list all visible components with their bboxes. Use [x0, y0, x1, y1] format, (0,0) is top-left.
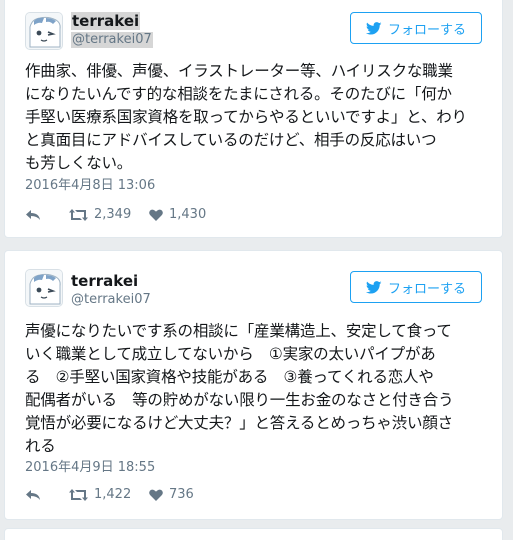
tweet-card: terrakei @terrakei07 フォローする 作曲家、俳優、声優、イラ… [4, 0, 503, 238]
display-name[interactable]: terrakei [71, 12, 141, 30]
tweet-text-line: 声優になりたいです系の相談に「産業構造上、安定して食って [25, 322, 452, 340]
like-count: 736 [169, 487, 194, 502]
tweet-card: terrakei @terrakei07 フォローする 声優になりたいです系の相… [4, 250, 503, 520]
follow-button[interactable]: フォローする [350, 271, 482, 303]
tweet-text-line: 覚悟が必要になるけど大丈夫？」と答えるとめっちゃ渋い顔さ [25, 414, 453, 432]
like-count: 1,430 [169, 207, 207, 222]
reply-button[interactable] [25, 209, 69, 221]
tweet-timestamp[interactable]: 2016年4月8日 13:06 [25, 178, 155, 194]
reply-button[interactable] [25, 489, 69, 501]
tweet-text-line: 作曲家、俳優、声優、イラストレーター等、ハイリスクな職業 [25, 62, 453, 80]
tweet-text-line: いく職業として成立してないから ①実家の太いパイプがあ [25, 345, 436, 363]
twitter-bird-icon [365, 280, 382, 294]
retweet-count: 1,422 [94, 487, 132, 502]
heart-icon [149, 209, 163, 221]
retweet-icon [69, 488, 88, 501]
tweet-text-line: と真面目にアドバイスしているのだけど、相手の反応はいつ [25, 131, 437, 149]
tweet-text-line: 配偶者がいる 等の貯めがない限り一生お金のなさと付き合う [25, 391, 454, 409]
retweet-count: 2,349 [94, 207, 132, 222]
like-button[interactable]: 736 [149, 487, 229, 502]
tweet-text: 声優になりたいです系の相談に「産業構造上、安定して食って いく職業として成立して… [25, 320, 487, 458]
avatar[interactable] [25, 269, 63, 307]
tweet-actions: 1,422 736 [25, 487, 229, 502]
twitter-bird-icon [365, 21, 382, 35]
tweet-actions: 2,349 1,430 [25, 207, 229, 222]
follow-label: フォローする [387, 281, 466, 297]
tweet-text-line: れる [25, 437, 56, 455]
tweet-timestamp[interactable]: 2016年4月9日 18:55 [25, 460, 155, 476]
user-handle[interactable]: @terrakei07 [71, 292, 151, 308]
display-name[interactable]: terrakei [71, 272, 138, 290]
tweet-card [4, 528, 503, 540]
retweet-button[interactable]: 1,422 [69, 487, 149, 502]
avatar[interactable] [25, 12, 63, 50]
tweet-text-line: になりたいんです的な相談をたまにされる。そのたびに「何か [25, 85, 452, 103]
like-button[interactable]: 1,430 [149, 207, 229, 222]
retweet-icon [69, 208, 88, 221]
tweet-text-line: も芳しくない。 [25, 154, 133, 172]
tweet-text: 作曲家、俳優、声優、イラストレーター等、ハイリスクな職業 になりたいんです的な相… [25, 60, 487, 175]
follow-label: フォローする [387, 22, 466, 38]
tweet-text-line: る ②手堅い国家資格や技能がある ③養ってくれる恋人や [25, 368, 434, 386]
tweet-text-line: 手堅い医療系国家資格を取ってからやるといいですよ」と、わり [25, 108, 467, 126]
reply-icon [25, 489, 41, 501]
user-handle[interactable]: @terrakei07 [71, 32, 153, 48]
follow-button[interactable]: フォローする [350, 12, 482, 44]
retweet-button[interactable]: 2,349 [69, 207, 149, 222]
reply-icon [25, 209, 41, 221]
heart-icon [149, 489, 163, 501]
